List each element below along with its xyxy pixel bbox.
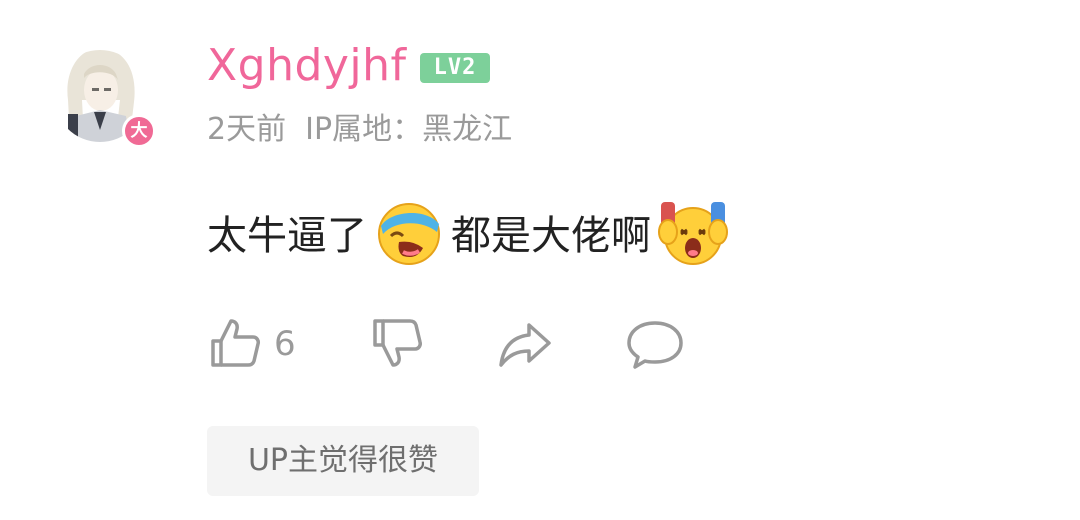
like-button[interactable]: [207, 315, 263, 371]
thumbs-down-icon: [373, 319, 422, 367]
post-time: 2天前: [207, 112, 287, 147]
avatar-verify-badge: 大: [122, 114, 156, 148]
comment-bubble-icon: [627, 321, 683, 369]
comment-meta: 2天前 IP属地：黑龙江: [207, 110, 512, 150]
comment-text-part1: 太牛逼了: [207, 213, 367, 259]
comment-text-part2: 都是大佬啊: [451, 213, 651, 259]
like-count: 6: [274, 324, 296, 364]
shocked-screaming-emoji-icon: [657, 196, 729, 268]
share-button[interactable]: [497, 315, 553, 371]
comment-text: 太牛逼了 都是大佬啊: [207, 196, 735, 268]
level-badge: LV2: [420, 53, 490, 83]
comment-card: 大 Xghdyjhf LV2 2天前 IP属地：黑龙江 太牛逼了 都是大佬啊 6…: [0, 0, 1080, 520]
laughing-tears-emoji-icon: [373, 196, 445, 268]
username[interactable]: Xghdyjhf: [207, 40, 407, 92]
dislike-button[interactable]: [369, 315, 425, 371]
share-arrow-icon: [499, 323, 551, 367]
reply-button[interactable]: [627, 315, 683, 371]
up-liked-tag: UP主觉得很赞: [207, 426, 479, 496]
thumbs-up-icon: [211, 319, 260, 367]
ip-location: IP属地：黑龙江: [305, 112, 513, 147]
